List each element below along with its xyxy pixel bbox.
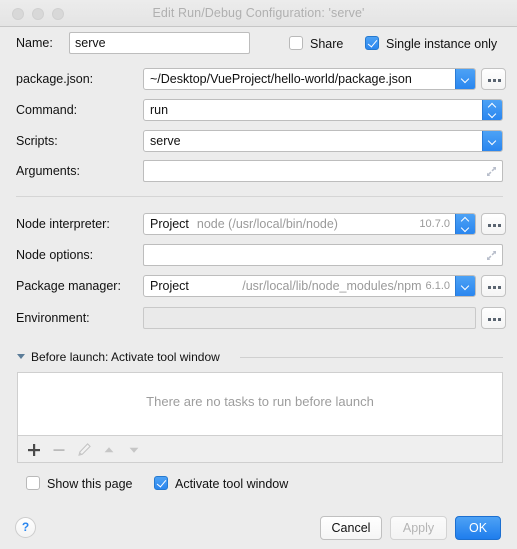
chevron-down-icon (462, 75, 469, 82)
environment-input[interactable] (143, 307, 476, 329)
before-launch-empty-message: There are no tasks to run before launch (146, 394, 374, 409)
activate-tool-window-checkbox[interactable] (154, 476, 168, 490)
scripts-value: serve (150, 134, 181, 148)
scripts-combobox[interactable]: serve (143, 130, 503, 152)
before-launch-collapse-triangle-icon[interactable] (17, 354, 25, 359)
arguments-input[interactable] (143, 160, 503, 182)
package-manager-version: 6.1.0 (425, 280, 450, 292)
ellipsis-icon (488, 318, 491, 321)
ellipsis-icon (488, 286, 491, 289)
environment-browse-button[interactable] (481, 307, 506, 329)
environment-label: Environment: (16, 311, 90, 325)
edit-task-button[interactable] (76, 442, 92, 458)
node-interpreter-combobox[interactable]: Project node (/usr/local/bin/node) 10.7.… (143, 213, 476, 235)
cancel-button[interactable]: Cancel (320, 516, 382, 540)
package-json-dropdown-button[interactable] (455, 69, 475, 89)
before-launch-task-list[interactable]: There are no tasks to run before launch (17, 372, 503, 436)
chevron-up-icon (489, 102, 496, 109)
share-label: Share (310, 37, 344, 51)
scripts-dropdown-button[interactable] (482, 131, 502, 151)
package-json-browse-button[interactable] (481, 68, 506, 90)
command-row: Command: run (0, 99, 517, 125)
scripts-row: Scripts: serve (0, 130, 517, 156)
command-value: run (150, 103, 169, 117)
package-manager-combobox[interactable]: Project /usr/local/lib/node_modules/npm … (143, 275, 476, 297)
node-interpreter-browse-button[interactable] (481, 213, 506, 235)
expand-editor-icon[interactable] (486, 250, 497, 261)
node-options-label: Node options: (16, 248, 94, 262)
move-task-down-button[interactable] (126, 442, 142, 458)
window-titlebar: Edit Run/Debug Configuration: 'serve' (0, 0, 517, 27)
environment-row: Environment: (0, 307, 517, 333)
node-interpreter-label: Node interpreter: (16, 217, 110, 231)
apply-button[interactable]: Apply (390, 516, 447, 540)
package-manager-path: /usr/local/lib/node_modules/npm (242, 279, 422, 293)
window-title: Edit Run/Debug Configuration: 'serve' (152, 6, 365, 20)
single-instance-only-checkbox[interactable] (365, 36, 379, 50)
node-interpreter-row: Node interpreter: Project node (/usr/loc… (0, 213, 517, 239)
package-manager-scope: Project (150, 279, 189, 293)
section-divider (16, 196, 503, 197)
name-label: Name: (16, 36, 53, 50)
arguments-label: Arguments: (16, 164, 80, 178)
show-this-page-checkbox[interactable] (26, 476, 40, 490)
chevron-down-icon (489, 110, 496, 117)
package-manager-row: Package manager: Project /usr/local/lib/… (0, 275, 517, 301)
node-interpreter-spinner-button[interactable] (455, 214, 475, 234)
package-manager-browse-button[interactable] (481, 275, 506, 297)
scripts-label: Scripts: (16, 134, 58, 148)
edit-run-debug-configuration-dialog: Edit Run/Debug Configuration: 'serve' Na… (0, 0, 517, 549)
activate-tool-window-label: Activate tool window (175, 477, 289, 491)
package-manager-dropdown-button[interactable] (455, 276, 475, 296)
command-spinner-button[interactable] (482, 100, 502, 120)
before-launch-title: Before launch: Activate tool window (31, 350, 220, 364)
package-manager-label: Package manager: (16, 279, 121, 293)
chevron-up-icon (462, 216, 469, 223)
arguments-row: Arguments: (0, 160, 517, 186)
command-label: Command: (16, 103, 78, 117)
ellipsis-icon (488, 79, 491, 82)
name-input[interactable]: serve (69, 32, 250, 54)
command-combobox[interactable]: run (143, 99, 503, 121)
before-launch-toolbar (17, 436, 503, 463)
package-json-value: ~/Desktop/VueProject/hello-world/package… (150, 72, 412, 86)
package-json-combobox[interactable]: ~/Desktop/VueProject/hello-world/package… (143, 68, 476, 90)
ellipsis-icon (488, 224, 491, 227)
package-json-row: package.json: ~/Desktop/VueProject/hello… (0, 68, 517, 94)
chevron-down-icon (462, 282, 469, 289)
name-row: Name: serve Share Single instance only (0, 32, 517, 58)
node-interpreter-version: 10.7.0 (419, 218, 450, 230)
node-interpreter-path: node (/usr/local/bin/node) (196, 217, 338, 231)
package-json-label: package.json: (16, 72, 94, 86)
single-instance-only-label: Single instance only (386, 37, 498, 51)
remove-task-button[interactable] (51, 442, 67, 458)
expand-editor-icon[interactable] (486, 166, 497, 177)
node-interpreter-scope: Project (150, 217, 189, 231)
share-checkbox[interactable] (289, 36, 303, 50)
node-options-input[interactable] (143, 244, 503, 266)
before-launch-rule (240, 357, 503, 358)
add-task-button[interactable] (26, 442, 42, 458)
help-button[interactable]: ? (15, 517, 36, 538)
ok-button[interactable]: OK (455, 516, 501, 540)
node-options-row: Node options: (0, 244, 517, 270)
show-this-page-label: Show this page (47, 477, 133, 491)
chevron-down-icon (489, 137, 496, 144)
move-task-up-button[interactable] (101, 442, 117, 458)
chevron-down-icon (462, 224, 469, 231)
